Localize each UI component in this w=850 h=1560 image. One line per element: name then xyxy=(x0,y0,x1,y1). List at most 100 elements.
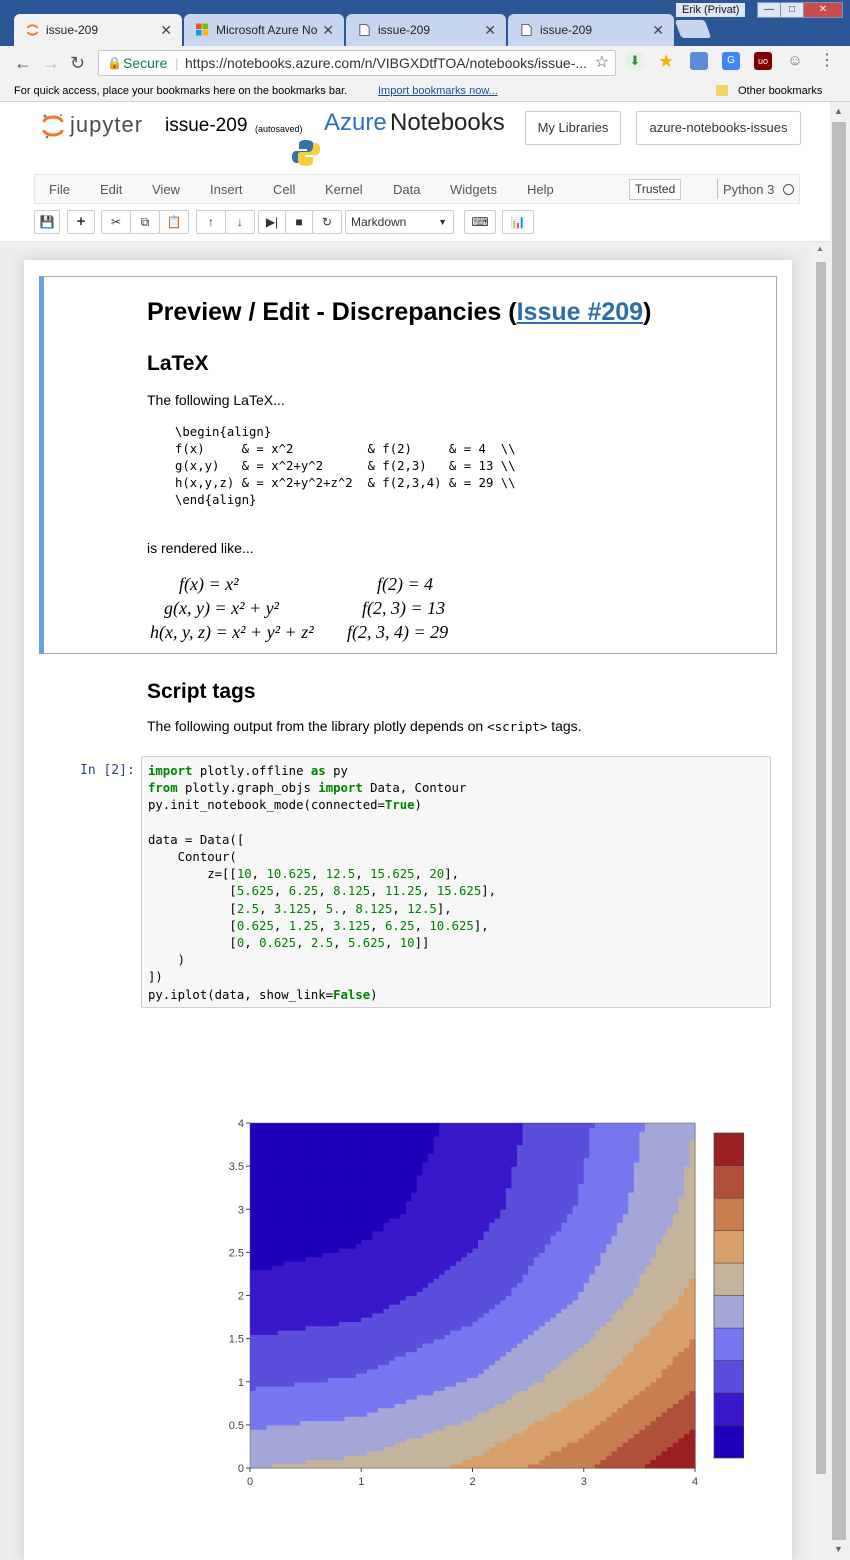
contour-cell xyxy=(578,1442,585,1448)
contour-cell xyxy=(500,1407,507,1413)
contour-cell xyxy=(344,1131,351,1137)
contour-cell xyxy=(333,1381,340,1387)
contour-cell xyxy=(522,1334,529,1340)
contour-cell xyxy=(517,1282,524,1288)
contour-cell xyxy=(550,1459,557,1465)
menu-help[interactable]: Help xyxy=(527,182,554,197)
new-tab-button[interactable] xyxy=(674,20,712,38)
add-cell-icon[interactable]: + xyxy=(67,210,95,234)
library-button[interactable]: azure-notebooks-issues xyxy=(636,111,801,145)
browser-titlebar: Erik (Privat) — □ ✕ issue-209 ✕ Microsof… xyxy=(0,0,850,46)
copy-icon[interactable]: ⧉ xyxy=(130,210,160,234)
tab-issue-209-active[interactable]: issue-209 ✕ xyxy=(14,14,182,46)
reload-icon[interactable]: ↻ xyxy=(70,54,85,72)
contour-cell xyxy=(394,1304,401,1310)
paste-icon[interactable]: 📋 xyxy=(159,210,189,234)
window-extension-icon[interactable] xyxy=(690,52,708,70)
contour-cell xyxy=(416,1286,424,1292)
other-bookmarks[interactable]: Other bookmarks xyxy=(738,80,822,102)
contour-cell xyxy=(472,1213,479,1219)
menu-data[interactable]: Data xyxy=(393,182,420,197)
tab-issue-209-3[interactable]: issue-209 ✕ xyxy=(508,14,674,46)
my-libraries-button[interactable]: My Libraries xyxy=(525,111,621,145)
menu-kernel[interactable]: Kernel xyxy=(325,182,363,197)
profile-name[interactable]: Erik (Privat) xyxy=(676,3,746,17)
ublock-icon[interactable]: uo xyxy=(754,52,772,70)
issue-link[interactable]: Issue #209 xyxy=(517,298,644,326)
extension-icon[interactable]: ⬇ xyxy=(626,52,644,70)
menu-widgets[interactable]: Widgets xyxy=(450,182,497,197)
contour-cell xyxy=(472,1291,479,1297)
menu-view[interactable]: View xyxy=(152,182,180,197)
contour-cell xyxy=(344,1368,351,1374)
contour-cell xyxy=(433,1321,440,1327)
move-down-icon[interactable]: ↓ xyxy=(225,210,255,234)
stop-icon[interactable]: ■ xyxy=(285,210,313,234)
minimize-icon[interactable]: — xyxy=(757,2,781,18)
jupyter-logo-icon[interactable] xyxy=(42,112,64,140)
contour-cell xyxy=(277,1433,284,1439)
close-tab-icon[interactable]: ✕ xyxy=(652,14,664,46)
contour-cell xyxy=(283,1174,290,1180)
back-icon[interactable]: ← xyxy=(14,54,32,72)
bookmark-star-icon[interactable]: ☆ xyxy=(595,51,609,75)
close-tab-icon[interactable]: ✕ xyxy=(322,14,334,46)
forward-icon[interactable]: → xyxy=(42,54,60,72)
contour-cell xyxy=(372,1243,379,1249)
cut-icon[interactable]: ✂ xyxy=(101,210,131,234)
contour-cell xyxy=(494,1204,501,1210)
star-extension-icon[interactable]: ★ xyxy=(658,52,676,70)
cell-type-select[interactable]: Markdown ▼ xyxy=(345,210,454,234)
contour-cell xyxy=(444,1420,451,1426)
contour-cell xyxy=(550,1200,557,1206)
script-inline-code: <script> xyxy=(487,719,548,734)
notebook-name[interactable]: issue-209 xyxy=(165,115,247,137)
tab-microsoft-azure[interactable]: Microsoft Azure No ✕ xyxy=(184,14,344,46)
contour-cell xyxy=(344,1183,351,1189)
contour-cell xyxy=(250,1153,257,1159)
contour-cell xyxy=(433,1183,440,1189)
keyboard-icon[interactable]: ⌨ xyxy=(464,210,496,234)
contour-cell xyxy=(377,1325,385,1331)
contour-cell xyxy=(266,1360,273,1366)
import-bookmarks-link[interactable]: Import bookmarks now... xyxy=(378,80,498,102)
contour-cell xyxy=(322,1407,329,1413)
maximize-icon[interactable]: □ xyxy=(780,2,804,18)
contour-cell xyxy=(333,1273,340,1279)
contour-cell xyxy=(444,1166,451,1172)
contour-cell xyxy=(355,1334,362,1340)
menu-cell[interactable]: Cell xyxy=(273,182,295,197)
contour-cell xyxy=(350,1381,357,1387)
translate-icon[interactable]: G xyxy=(722,52,740,70)
address-bar[interactable]: 🔒 Secure | https://notebooks.azure.com/n… xyxy=(98,50,616,76)
contour-cell xyxy=(339,1235,346,1241)
contour-cell xyxy=(578,1278,585,1284)
contour-cell xyxy=(261,1364,268,1370)
contour-cell xyxy=(494,1299,501,1305)
contour-cell xyxy=(416,1235,424,1241)
contour-cell xyxy=(500,1230,507,1236)
menu-kebab-icon[interactable]: ⋮ xyxy=(818,52,836,70)
contour-cell xyxy=(583,1269,590,1275)
restart-icon[interactable]: ↻ xyxy=(312,210,342,234)
trusted-badge[interactable]: Trusted xyxy=(629,179,682,200)
save-icon[interactable]: 💾 xyxy=(34,210,60,234)
run-icon[interactable]: ▶| xyxy=(258,210,286,234)
contour-plot[interactable]: 00.511.522.533.5401234481216 xyxy=(184,1112,744,1504)
contour-cell xyxy=(261,1170,268,1176)
spy-extension-icon[interactable]: ☺ xyxy=(786,52,804,70)
menu-insert[interactable]: Insert xyxy=(210,182,243,197)
contour-cell xyxy=(461,1144,468,1150)
contour-cell xyxy=(372,1347,379,1353)
close-tab-icon[interactable]: ✕ xyxy=(160,14,172,46)
contour-cell xyxy=(517,1174,524,1180)
menu-edit[interactable]: Edit xyxy=(100,182,122,197)
contour-cell xyxy=(400,1347,407,1353)
close-tab-icon[interactable]: ✕ xyxy=(484,14,496,46)
move-up-icon[interactable]: ↑ xyxy=(196,210,226,234)
chart-toolbar-icon[interactable]: 📊 xyxy=(502,210,534,234)
tab-issue-209-2[interactable]: issue-209 ✕ xyxy=(346,14,506,46)
close-window-icon[interactable]: ✕ xyxy=(803,2,843,18)
code-cell-input[interactable]: import plotly.offline as py from plotly.… xyxy=(141,756,771,1008)
menu-file[interactable]: File xyxy=(49,182,70,197)
